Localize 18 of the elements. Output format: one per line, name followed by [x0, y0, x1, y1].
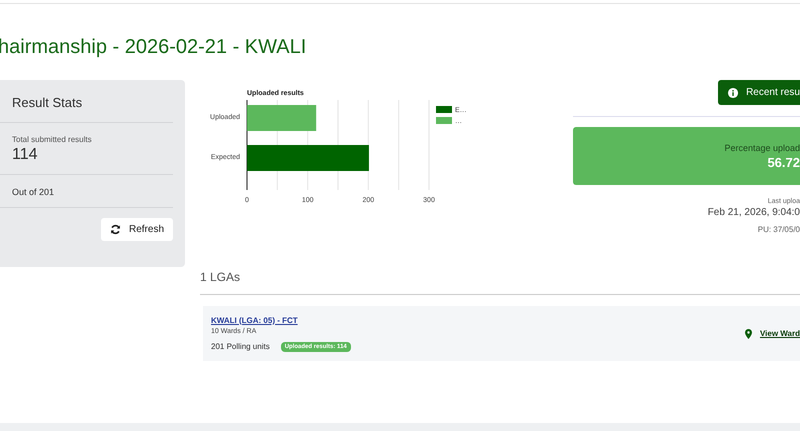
percentage-label: Percentage upload	[724, 142, 800, 152]
out-of-text: Out of 201	[12, 187, 56, 197]
recent-results-button[interactable]: Recent resu	[718, 80, 800, 105]
stat-value: 114	[12, 146, 39, 164]
last-upload-time: Feb 21, 2026, 9:04:0	[708, 207, 800, 218]
polling-unit-code: PU: 37/05/0	[758, 225, 800, 234]
polling-units-text: 201 Polling units	[211, 342, 270, 351]
section-heading: 1 LGAs	[200, 270, 242, 286]
refresh-button[interactable]: Refresh	[100, 218, 173, 241]
chart-bar	[247, 105, 316, 131]
card-title: Result Stats	[0, 80, 173, 123]
stat-label: Total submitted results	[12, 135, 93, 144]
view-wards-link[interactable]: View Ward	[760, 329, 800, 338]
refresh-icon	[110, 224, 121, 235]
lga-link[interactable]: KWALI (LGA: 05) - FCT	[211, 316, 298, 324]
percentage-value: 56.72	[767, 154, 800, 170]
info-icon	[728, 86, 738, 98]
location-pin-icon	[744, 328, 752, 338]
